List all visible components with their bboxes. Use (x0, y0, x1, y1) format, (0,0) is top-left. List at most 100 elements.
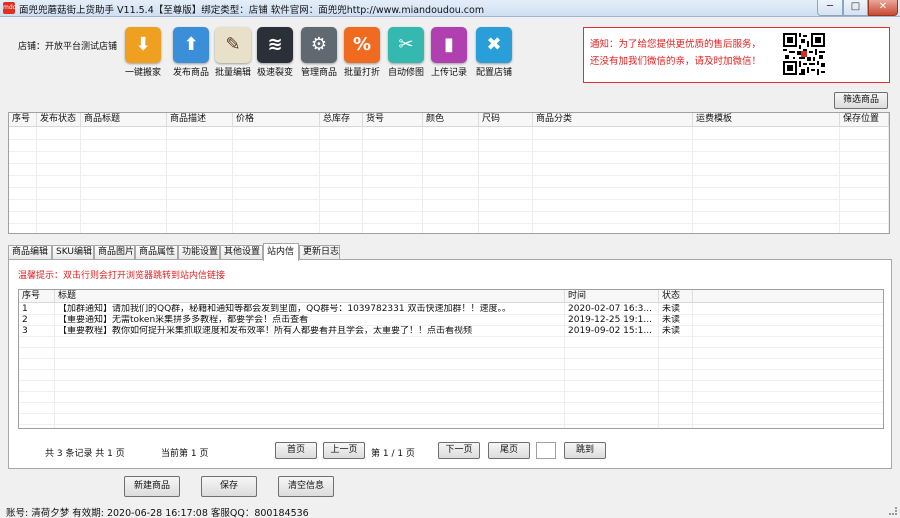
total-records-text: 共 3 条记录 共 1 页 (45, 449, 125, 459)
column-divider (839, 127, 840, 233)
row-divider (19, 325, 883, 326)
tools-icon: ✖ (476, 27, 512, 63)
message-column-header[interactable]: 状态 (659, 290, 693, 303)
goto-page-button[interactable]: 跳到 (564, 442, 606, 459)
column-divider (166, 127, 167, 233)
column-divider (319, 127, 320, 233)
prev-page-button[interactable]: 上一页 (323, 442, 365, 459)
page-indicator: 第 1 / 1 页 (371, 449, 415, 459)
first-page-button[interactable]: 首页 (275, 442, 317, 459)
upload-cloud-icon: ⬆ (173, 27, 209, 63)
last-page-button[interactable]: 尾页 (488, 442, 530, 459)
column-divider (54, 303, 55, 428)
column-divider (564, 303, 565, 428)
wechat-qr-code-icon (783, 33, 825, 75)
toolbar-button-9[interactable]: ✖ 配置店铺 (471, 27, 517, 79)
price-tag-icon: % (344, 27, 380, 63)
row-divider (19, 391, 883, 392)
toolbar-button-1[interactable]: ⬇ 一键搬家 (120, 27, 166, 79)
tab-2[interactable]: SKU编辑 (52, 245, 94, 260)
product-column-header[interactable]: 商品标题 (81, 113, 167, 127)
tab-3[interactable]: 商品图片 (94, 245, 135, 260)
page-number-input[interactable] (536, 442, 556, 459)
warm-tip: 温馨提示：双击行则会打开浏览器跳转到站内信链接 (18, 271, 226, 281)
app-icon: mdd (3, 2, 16, 14)
current-page-text: 当前第 1 页 (161, 449, 209, 459)
gear-icon: ⚙ (301, 27, 337, 63)
product-table-header: 序号 发布状态 商品标题 商品描述 价格 总库存 货号 颜色 尺码 商品分类 运费模板 保存位置 (9, 113, 889, 127)
product-column-header[interactable]: 发布状态 (37, 113, 81, 127)
next-page-button[interactable]: 下一页 (438, 442, 480, 459)
column-divider (532, 127, 533, 233)
row-divider (9, 199, 889, 200)
new-product-button[interactable]: 新建商品 (124, 476, 180, 497)
row-divider (19, 380, 883, 381)
row-divider (9, 211, 889, 212)
window-title: 面兜兜蘑菇街上货助手 V11.5.4【至尊版】绑定类型：店铺 软件官网：面兜兜h… (19, 5, 485, 16)
message-column-header[interactable]: 时间 (565, 290, 659, 303)
row-divider (9, 151, 889, 152)
maximize-button[interactable]: □ (843, 0, 868, 16)
row-divider (9, 175, 889, 176)
product-column-header[interactable]: 总库存 (320, 113, 363, 127)
filter-products-button[interactable]: 筛选商品 (834, 92, 888, 109)
row-divider (19, 347, 883, 348)
row-divider (19, 314, 883, 315)
row-divider (19, 358, 883, 359)
message-column-header[interactable]: 标题 (55, 290, 565, 303)
product-table[interactable]: 序号 发布状态 商品标题 商品描述 价格 总库存 货号 颜色 尺码 商品分类 运费模板 保存位置 (8, 112, 890, 234)
tab-7[interactable]: 站内信 (263, 243, 299, 261)
product-column-header[interactable]: 保存位置 (840, 113, 889, 127)
product-column-header[interactable]: 序号 (9, 113, 37, 127)
tab-5[interactable]: 功能设置 (178, 245, 220, 260)
resize-grip-icon[interactable] (889, 507, 897, 515)
column-divider (362, 127, 363, 233)
row-divider (19, 424, 883, 425)
notice-line-1: 通知：为了给您提供更优质的售后服务， (590, 39, 762, 50)
row-divider (19, 413, 883, 414)
clear-info-button[interactable]: 清空信息 (278, 476, 334, 497)
bookmark-icon: ▮ (431, 27, 467, 63)
status-bar: 账号: 清荷夕梦 有效期: 2020-06-28 16:17:08 客服QQ：8… (6, 508, 309, 518)
message-column-header[interactable]: 序号 (19, 290, 55, 303)
product-column-header[interactable]: 颜色 (423, 113, 479, 127)
toolbar-button-label: 配置店铺 (475, 68, 512, 78)
column-divider (232, 127, 233, 233)
shop-label: 店铺：开放平台测试店铺 (18, 42, 118, 52)
column-divider (692, 127, 693, 233)
column-divider (658, 303, 659, 428)
row-divider (19, 336, 883, 337)
product-column-header[interactable]: 商品分类 (533, 113, 693, 127)
column-divider (692, 303, 693, 428)
column-divider (478, 127, 479, 233)
column-divider (36, 127, 37, 233)
title-bar: mdd 面兜兜蘑菇街上货助手 V11.5.4【至尊版】绑定类型：店铺 软件官网：… (0, 0, 900, 17)
product-column-header[interactable]: 商品描述 (167, 113, 233, 127)
row-divider (19, 402, 883, 403)
tab-4[interactable]: 商品属性 (135, 245, 178, 260)
tab-6[interactable]: 其他设置 (220, 245, 263, 260)
row-divider (9, 223, 889, 224)
product-column-header[interactable]: 尺码 (479, 113, 533, 127)
column-divider (80, 127, 81, 233)
column-divider (422, 127, 423, 233)
close-button[interactable]: ✕ (868, 0, 898, 16)
messages-table-header: 序号 标题 时间 状态 (19, 290, 883, 303)
tab-1[interactable]: 商品编辑 (8, 245, 52, 260)
product-column-header[interactable]: 运费模板 (693, 113, 840, 127)
scissors-icon: ✂ (388, 27, 424, 63)
row-divider (9, 163, 889, 164)
minimize-button[interactable]: ─ (817, 0, 843, 16)
notice-line-2: 还没有加我们微信的亲，请及时加微信！ (590, 56, 762, 67)
messages-table[interactable]: 序号 标题 时间 状态 1 【加群通知】请加我们的QQ群，秘籍和通知等都会发到里面，QQ… (18, 289, 884, 429)
column-divider (888, 127, 889, 233)
layers-icon: ≋ (257, 27, 293, 63)
notice-box: 通知：为了给您提供更优质的售后服务， 还没有加我们微信的亲，请及时加微信！ (583, 27, 890, 83)
product-column-header[interactable]: 价格 (233, 113, 320, 127)
row-divider (9, 139, 889, 140)
download-cloud-icon: ⬇ (125, 27, 161, 63)
save-button[interactable]: 保存 (201, 476, 257, 497)
tab-8[interactable]: 更新日志 (299, 245, 340, 260)
product-column-header[interactable]: 货号 (363, 113, 423, 127)
row-divider (9, 187, 889, 188)
